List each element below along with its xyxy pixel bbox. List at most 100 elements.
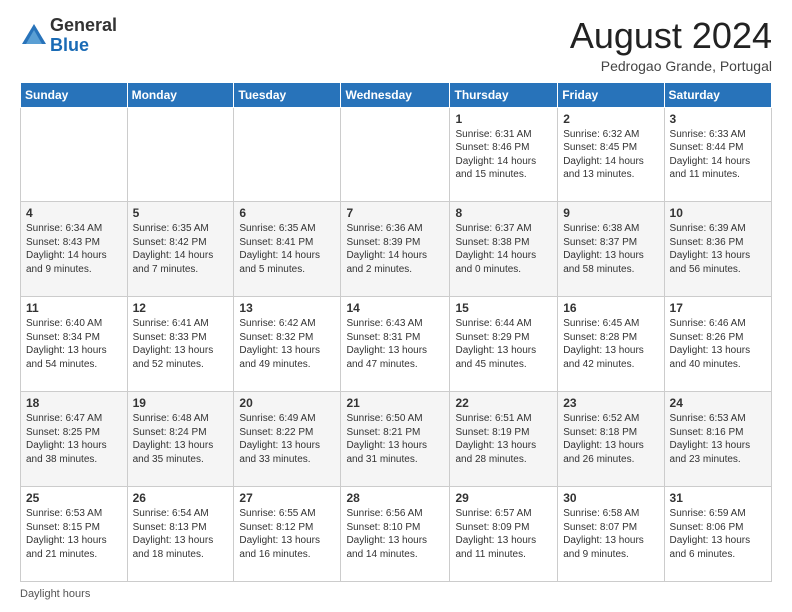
day-info: Sunrise: 6:39 AM Sunset: 8:36 PM Dayligh… <box>670 222 766 276</box>
day-cell <box>127 107 234 202</box>
day-cell: 2 Sunrise: 6:32 AM Sunset: 8:45 PM Daylig… <box>558 107 664 202</box>
day-number: 13 <box>239 301 335 315</box>
footer: Daylight hours <box>20 588 772 600</box>
day-cell: 10 Sunrise: 6:39 AM Sunset: 8:36 PM Dayli… <box>664 202 771 297</box>
day-info: Sunrise: 6:58 AM Sunset: 8:07 PM Dayligh… <box>563 507 658 561</box>
day-cell: 31 Sunrise: 6:59 AM Sunset: 8:06 PM Dayli… <box>664 487 771 582</box>
day-cell: 11 Sunrise: 6:40 AM Sunset: 8:34 PM Dayli… <box>21 297 128 392</box>
day-number: 5 <box>133 206 229 220</box>
day-info: Sunrise: 6:46 AM Sunset: 8:26 PM Dayligh… <box>670 317 766 371</box>
week-row-0: 1Sunrise: 6:31 AM Sunset: 8:46 PM Daylig… <box>21 107 772 202</box>
logo-general: General <box>50 16 117 36</box>
logo: General Blue <box>20 16 117 56</box>
day-cell <box>21 107 128 202</box>
day-number: 4 <box>26 206 122 220</box>
day-info: Sunrise: 6:37 AM Sunset: 8:38 PM Dayligh… <box>455 222 552 276</box>
day-info: Sunrise: 6:56 AM Sunset: 8:10 PM Dayligh… <box>346 507 444 561</box>
day-cell: 24 Sunrise: 6:53 AM Sunset: 8:16 PM Dayli… <box>664 392 771 487</box>
day-info: Sunrise: 6:49 AM Sunset: 8:22 PM Dayligh… <box>239 412 335 466</box>
day-info: Sunrise: 6:38 AM Sunset: 8:37 PM Dayligh… <box>563 222 658 276</box>
day-cell: 14Sunrise: 6:43 AM Sunset: 8:31 PM Dayli… <box>341 297 450 392</box>
day-number: 24 <box>670 396 766 410</box>
day-cell: 7Sunrise: 6:36 AM Sunset: 8:39 PM Daylig… <box>341 202 450 297</box>
day-number: 2 <box>563 112 658 126</box>
day-info: Sunrise: 6:57 AM Sunset: 8:09 PM Dayligh… <box>455 507 552 561</box>
day-number: 1 <box>455 112 552 126</box>
week-row-4: 25 Sunrise: 6:53 AM Sunset: 8:15 PM Dayli… <box>21 487 772 582</box>
day-cell <box>341 107 450 202</box>
day-info: Sunrise: 6:52 AM Sunset: 8:18 PM Dayligh… <box>563 412 658 466</box>
day-number: 29 <box>455 491 552 505</box>
day-info: Sunrise: 6:47 AM Sunset: 8:25 PM Dayligh… <box>26 412 122 466</box>
day-number: 11 <box>26 301 122 315</box>
week-row-2: 11 Sunrise: 6:40 AM Sunset: 8:34 PM Dayli… <box>21 297 772 392</box>
day-number: 7 <box>346 206 444 220</box>
day-number: 27 <box>239 491 335 505</box>
day-number: 21 <box>346 396 444 410</box>
day-cell: 3Sunrise: 6:33 AM Sunset: 8:44 PM Daylig… <box>664 107 771 202</box>
day-number: 17 <box>670 301 766 315</box>
day-number: 22 <box>455 396 552 410</box>
day-cell: 9Sunrise: 6:38 AM Sunset: 8:37 PM Daylig… <box>558 202 664 297</box>
day-number: 20 <box>239 396 335 410</box>
day-cell: 29 Sunrise: 6:57 AM Sunset: 8:09 PM Dayli… <box>450 487 558 582</box>
day-cell: 23 Sunrise: 6:52 AM Sunset: 8:18 PM Dayli… <box>558 392 664 487</box>
day-info: Sunrise: 6:35 AM Sunset: 8:42 PM Dayligh… <box>133 222 229 276</box>
day-cell: 4 Sunrise: 6:34 AM Sunset: 8:43 PM Daylig… <box>21 202 128 297</box>
day-cell: 13 Sunrise: 6:42 AM Sunset: 8:32 PM Dayli… <box>234 297 341 392</box>
day-number: 10 <box>670 206 766 220</box>
header-day-tuesday: Tuesday <box>234 82 341 107</box>
day-info: Sunrise: 6:59 AM Sunset: 8:06 PM Dayligh… <box>670 507 766 561</box>
day-info: Sunrise: 6:34 AM Sunset: 8:43 PM Dayligh… <box>26 222 122 276</box>
month-title: August 2024 <box>570 16 772 56</box>
day-cell: 5 Sunrise: 6:35 AM Sunset: 8:42 PM Daylig… <box>127 202 234 297</box>
logo-icon <box>20 22 48 50</box>
day-info: Sunrise: 6:53 AM Sunset: 8:16 PM Dayligh… <box>670 412 766 466</box>
day-info: Sunrise: 6:55 AM Sunset: 8:12 PM Dayligh… <box>239 507 335 561</box>
day-cell: 27 Sunrise: 6:55 AM Sunset: 8:12 PM Dayli… <box>234 487 341 582</box>
day-number: 31 <box>670 491 766 505</box>
day-info: Sunrise: 6:53 AM Sunset: 8:15 PM Dayligh… <box>26 507 122 561</box>
day-info: Sunrise: 6:44 AM Sunset: 8:29 PM Dayligh… <box>455 317 552 371</box>
day-cell: 17 Sunrise: 6:46 AM Sunset: 8:26 PM Dayli… <box>664 297 771 392</box>
logo-text: General Blue <box>50 16 117 56</box>
title-block: August 2024 Pedrogao Grande, Portugal <box>570 16 772 74</box>
week-row-3: 18 Sunrise: 6:47 AM Sunset: 8:25 PM Dayli… <box>21 392 772 487</box>
day-info: Sunrise: 6:40 AM Sunset: 8:34 PM Dayligh… <box>26 317 122 371</box>
day-number: 12 <box>133 301 229 315</box>
day-cell <box>234 107 341 202</box>
day-cell: 8 Sunrise: 6:37 AM Sunset: 8:38 PM Daylig… <box>450 202 558 297</box>
day-info: Sunrise: 6:50 AM Sunset: 8:21 PM Dayligh… <box>346 412 444 466</box>
header-day-saturday: Saturday <box>664 82 771 107</box>
day-number: 28 <box>346 491 444 505</box>
location: Pedrogao Grande, Portugal <box>570 58 772 74</box>
day-info: Sunrise: 6:41 AM Sunset: 8:33 PM Dayligh… <box>133 317 229 371</box>
day-cell: 16 Sunrise: 6:45 AM Sunset: 8:28 PM Dayli… <box>558 297 664 392</box>
day-info: Sunrise: 6:54 AM Sunset: 8:13 PM Dayligh… <box>133 507 229 561</box>
day-info: Sunrise: 6:45 AM Sunset: 8:28 PM Dayligh… <box>563 317 658 371</box>
day-number: 18 <box>26 396 122 410</box>
header-day-thursday: Thursday <box>450 82 558 107</box>
day-cell: 21 Sunrise: 6:50 AM Sunset: 8:21 PM Dayli… <box>341 392 450 487</box>
day-cell: 15Sunrise: 6:44 AM Sunset: 8:29 PM Dayli… <box>450 297 558 392</box>
day-cell: 6Sunrise: 6:35 AM Sunset: 8:41 PM Daylig… <box>234 202 341 297</box>
day-info: Sunrise: 6:32 AM Sunset: 8:45 PM Dayligh… <box>563 128 658 182</box>
day-number: 6 <box>239 206 335 220</box>
day-info: Sunrise: 6:42 AM Sunset: 8:32 PM Dayligh… <box>239 317 335 371</box>
day-number: 30 <box>563 491 658 505</box>
day-cell: 18 Sunrise: 6:47 AM Sunset: 8:25 PM Dayli… <box>21 392 128 487</box>
day-number: 8 <box>455 206 552 220</box>
day-info: Sunrise: 6:43 AM Sunset: 8:31 PM Dayligh… <box>346 317 444 371</box>
day-number: 23 <box>563 396 658 410</box>
calendar: SundayMondayTuesdayWednesdayThursdayFrid… <box>20 82 772 582</box>
header-day-sunday: Sunday <box>21 82 128 107</box>
page: General Blue August 2024 Pedrogao Grande… <box>0 0 792 612</box>
day-info: Sunrise: 6:33 AM Sunset: 8:44 PM Dayligh… <box>670 128 766 182</box>
day-cell: 12 Sunrise: 6:41 AM Sunset: 8:33 PM Dayli… <box>127 297 234 392</box>
day-number: 25 <box>26 491 122 505</box>
header: General Blue August 2024 Pedrogao Grande… <box>20 16 772 74</box>
day-number: 16 <box>563 301 658 315</box>
day-cell: 1Sunrise: 6:31 AM Sunset: 8:46 PM Daylig… <box>450 107 558 202</box>
logo-blue: Blue <box>50 36 117 56</box>
day-cell: 26Sunrise: 6:54 AM Sunset: 8:13 PM Dayli… <box>127 487 234 582</box>
